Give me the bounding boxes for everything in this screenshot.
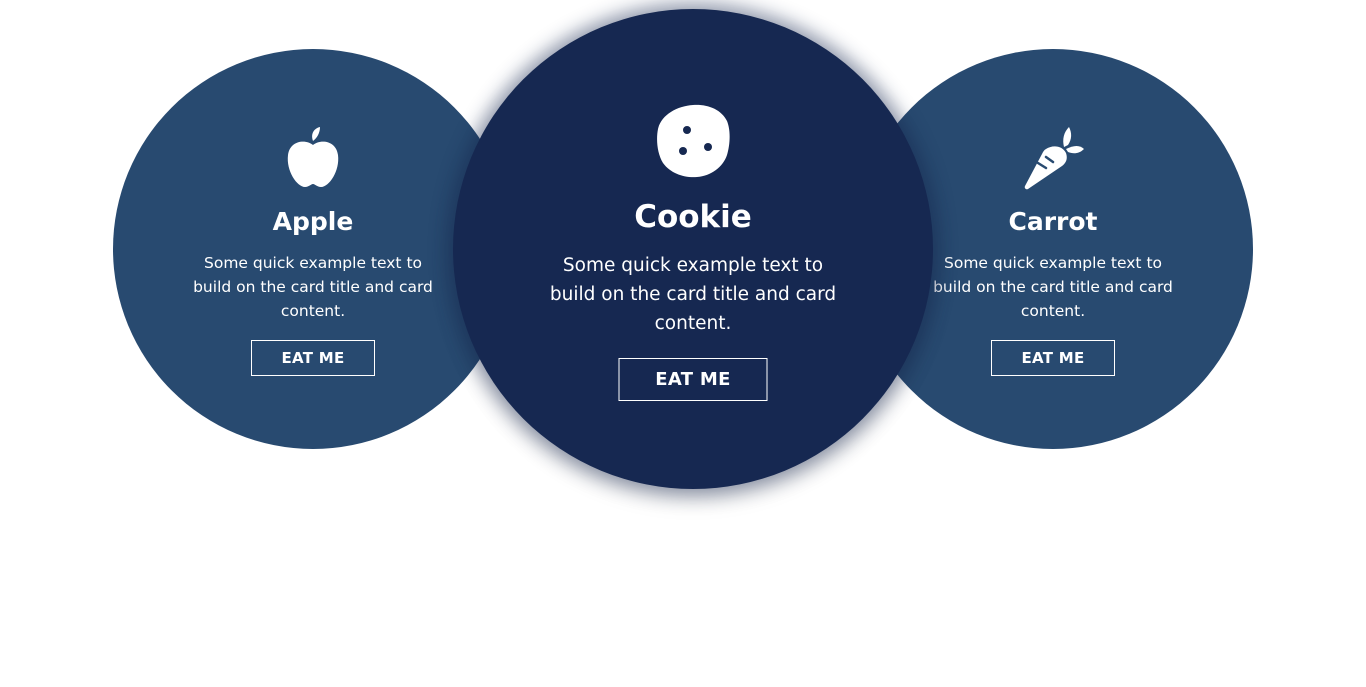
apple-icon <box>282 127 344 191</box>
card-text: Some quick example text to build on the … <box>193 254 433 320</box>
eat-me-button[interactable]: EAT ME <box>618 358 768 401</box>
cookie-icon <box>655 103 731 179</box>
eat-me-button[interactable]: EAT ME <box>991 340 1115 376</box>
eat-me-button[interactable]: EAT ME <box>251 340 375 376</box>
card-cookie: Cookie Some quick example text to build … <box>453 9 933 489</box>
card-text: Some quick example text to build on the … <box>549 255 837 334</box>
card-title: Cookie <box>634 199 752 235</box>
carrot-icon <box>1022 127 1084 191</box>
card-carousel: Apple Some quick example text to build o… <box>0 0 1366 687</box>
card-text: Some quick example text to build on the … <box>933 254 1173 320</box>
